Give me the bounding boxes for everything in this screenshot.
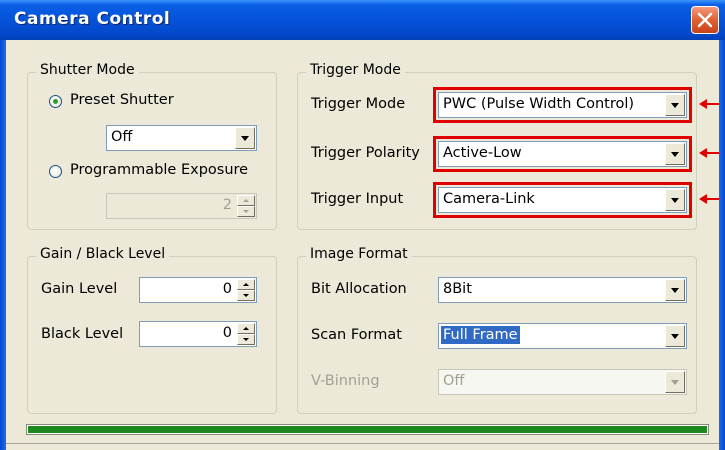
programmable-exposure-label[interactable]: Programmable Exposure [70, 162, 248, 178]
gain-black-level-group-title: Gain / Black Level [36, 246, 170, 262]
progress-bar [26, 424, 709, 435]
trigger-polarity-label: Trigger Polarity [311, 145, 420, 161]
gain-up-arrow-icon[interactable] [237, 279, 255, 290]
bit-allocation-select[interactable]: 8Bit [438, 277, 687, 303]
camera-control-window: Camera Control Shutter Mode Preset Shutt… [0, 0, 725, 450]
preset-shutter-value: Off [111, 129, 133, 145]
gain-spin-buttons [237, 279, 255, 301]
gain-level-value: 0 [222, 281, 232, 297]
chevron-down-icon[interactable] [665, 371, 685, 393]
arrow-left-icon [699, 148, 719, 158]
black-up-arrow-icon[interactable] [237, 323, 255, 334]
scan-format-label: Scan Format [311, 327, 402, 343]
chevron-down-icon[interactable] [665, 325, 685, 347]
v-binning-select[interactable]: Off [438, 369, 687, 395]
bit-allocation-label: Bit Allocation [311, 281, 407, 297]
close-button[interactable] [691, 6, 719, 34]
window-frame-right [719, 40, 725, 450]
trigger-polarity-highlight [433, 136, 692, 172]
trigger-mode-highlight [433, 87, 692, 123]
window-frame-left [0, 40, 6, 450]
trigger-input-highlight [433, 182, 692, 218]
shutter-mode-group-title: Shutter Mode [36, 62, 139, 78]
image-format-group-title: Image Format [306, 246, 412, 262]
chevron-down-icon[interactable] [235, 127, 255, 149]
gain-level-stepper[interactable]: 0 [139, 277, 257, 303]
arrow-left-icon [699, 99, 719, 109]
title-bar[interactable]: Camera Control [0, 0, 725, 40]
programmable-exposure-radio[interactable] [49, 165, 62, 178]
v-binning-value: Off [443, 373, 465, 389]
gain-down-arrow-icon[interactable] [237, 290, 255, 301]
arrow-left-icon [699, 194, 719, 204]
black-level-stepper[interactable]: 0 [139, 321, 257, 347]
gain-level-label: Gain Level [41, 281, 118, 297]
trigger-mode-group-title: Trigger Mode [306, 62, 405, 78]
black-down-arrow-icon[interactable] [237, 334, 255, 345]
bottom-divider [6, 443, 719, 444]
black-level-value: 0 [222, 325, 232, 341]
exposure-value: 2 [222, 197, 232, 213]
black-spin-buttons [237, 323, 255, 345]
chevron-down-icon[interactable] [665, 279, 685, 301]
window-title: Camera Control [14, 9, 171, 29]
trigger-input-label: Trigger Input [311, 191, 404, 207]
v-binning-label: V-Binning [311, 373, 380, 389]
preset-shutter-label[interactable]: Preset Shutter [70, 92, 174, 108]
exposure-spin-buttons [237, 195, 255, 217]
preset-shutter-select[interactable]: Off [106, 125, 257, 151]
black-level-label: Black Level [41, 326, 124, 342]
exposure-down-arrow-icon[interactable] [237, 206, 255, 217]
trigger-mode-label: Trigger Mode [311, 96, 406, 112]
scan-format-value: Full Frame [440, 325, 521, 345]
scan-format-select[interactable]: Full Frame [438, 323, 687, 349]
bit-allocation-value: 8Bit [443, 281, 472, 297]
preset-shutter-radio[interactable] [49, 95, 62, 108]
progress-bar-fill [28, 426, 707, 433]
exposure-stepper[interactable]: 2 [106, 193, 257, 219]
exposure-up-arrow-icon[interactable] [237, 195, 255, 206]
close-icon [697, 12, 713, 28]
